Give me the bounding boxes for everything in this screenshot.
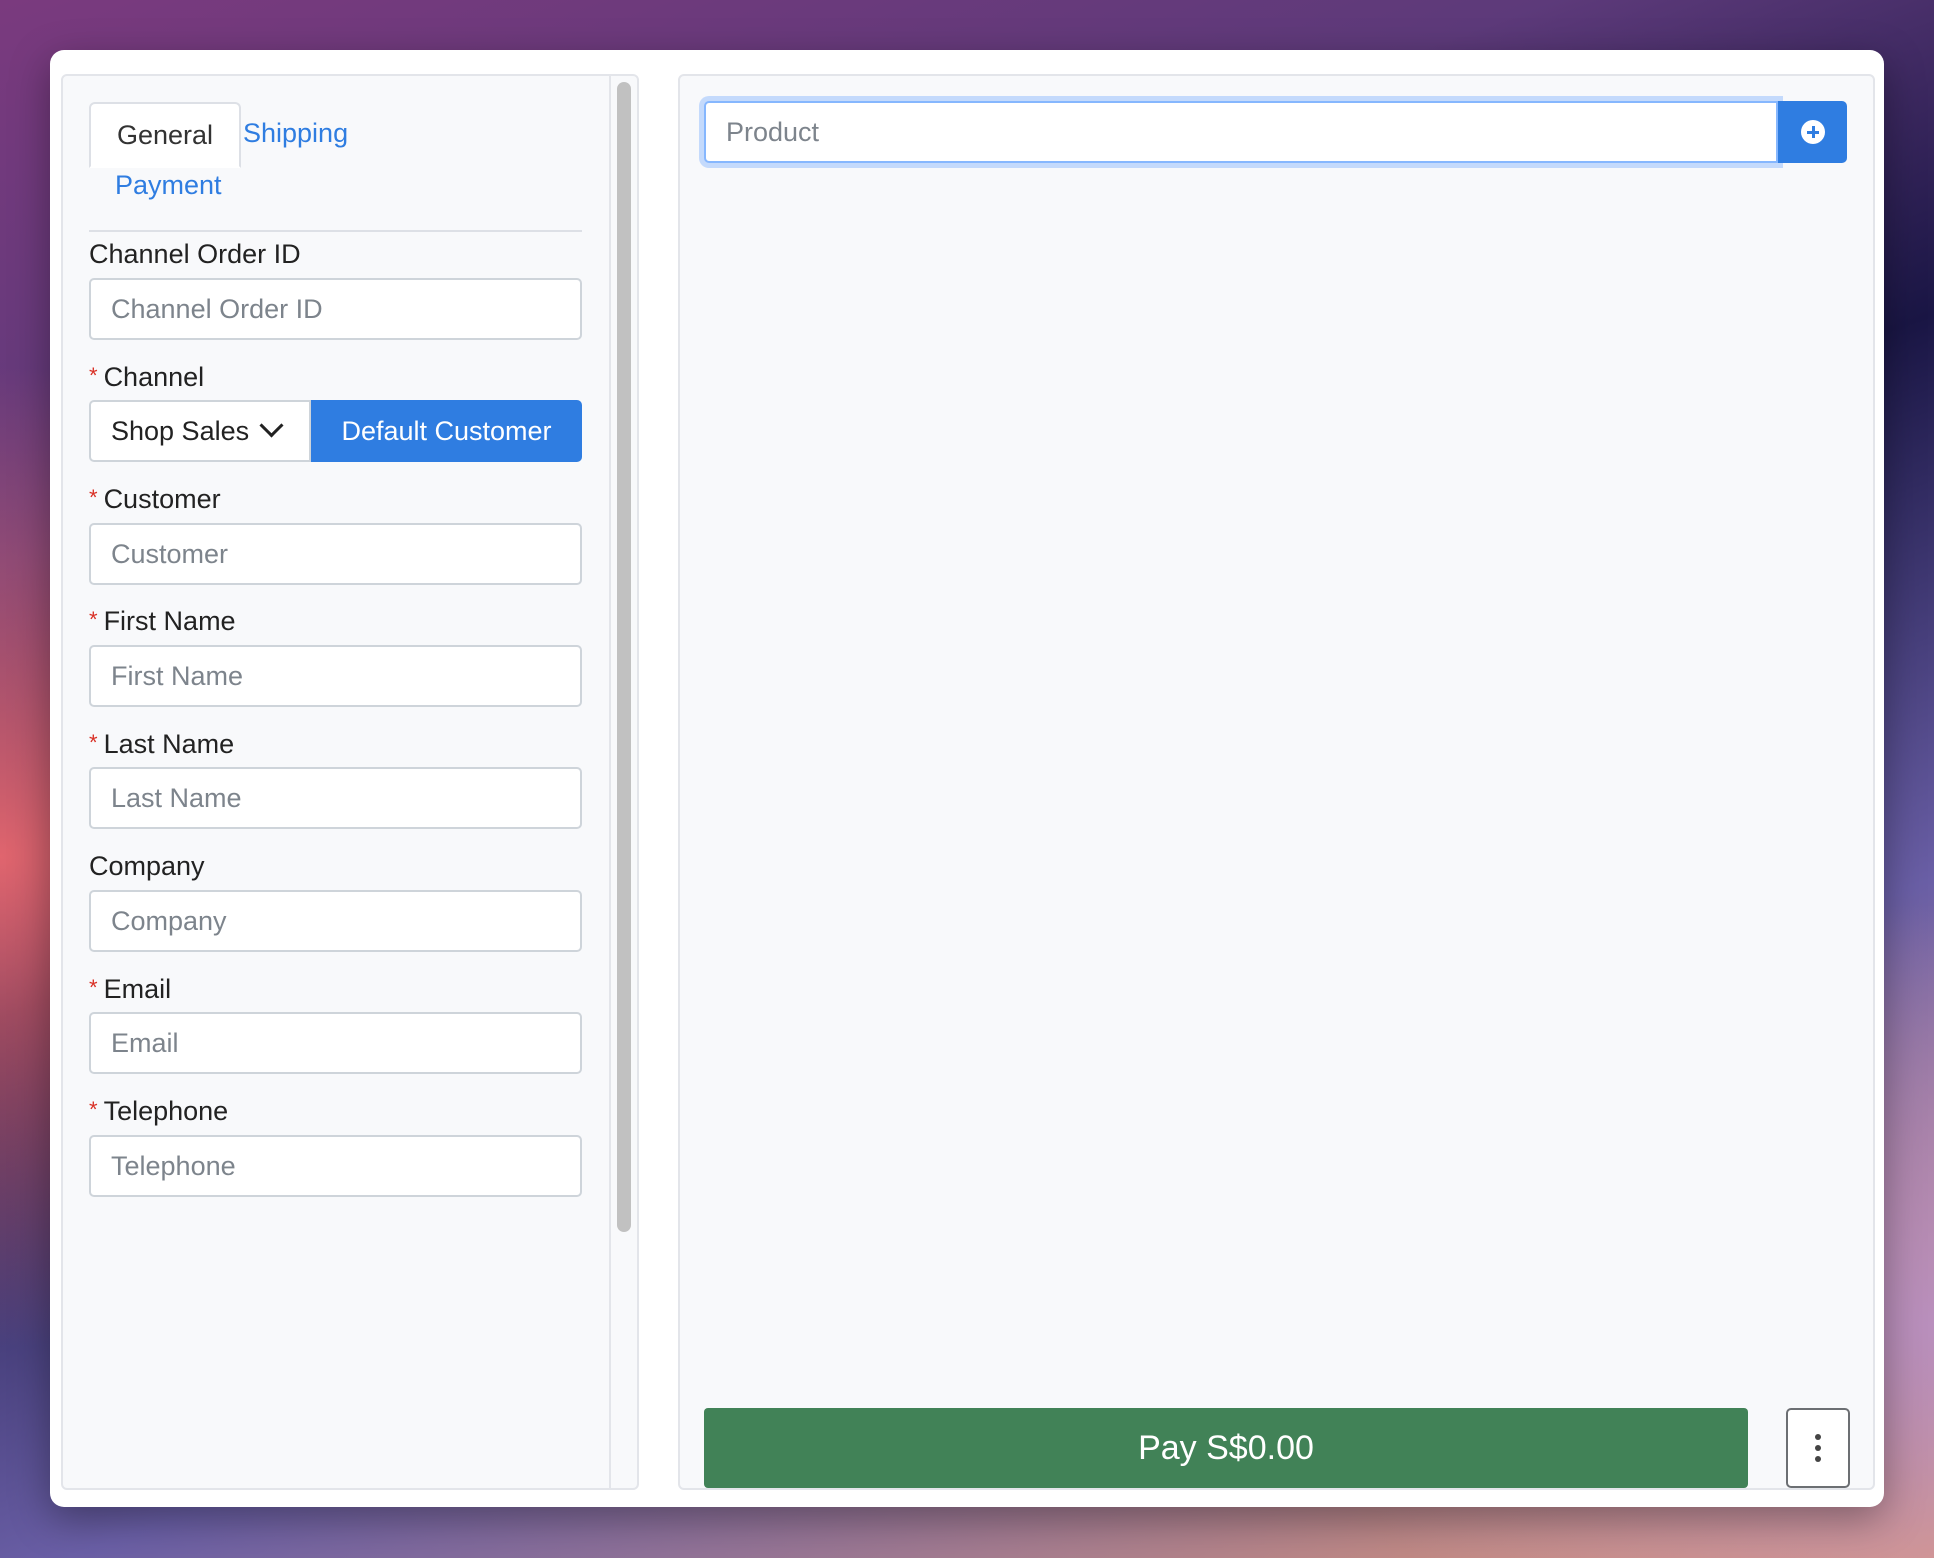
first-name-input[interactable] <box>89 645 582 707</box>
channel-order-id-label: Channel Order ID <box>89 239 301 269</box>
scrollbar-thumb[interactable] <box>617 82 631 1232</box>
telephone-input[interactable] <box>89 1135 582 1197</box>
email-input[interactable] <box>89 1012 582 1074</box>
required-marker: * <box>89 975 98 1000</box>
vertical-ellipsis-icon <box>1815 1434 1821 1440</box>
more-options-button[interactable] <box>1786 1408 1850 1488</box>
pos-window: General Shipping Payment Channel Order I… <box>50 50 1884 1507</box>
channel-select[interactable]: Shop Sales <box>89 400 311 462</box>
company-input[interactable] <box>89 890 582 952</box>
last-name-input[interactable] <box>89 767 582 829</box>
channel-order-id-input[interactable] <box>89 278 582 340</box>
chevron-down-icon <box>259 413 284 438</box>
plus-circle-icon <box>1800 120 1825 144</box>
required-marker: * <box>89 363 98 388</box>
cart-panel: Pay S$0.00 <box>678 74 1875 1490</box>
company-label: Company <box>89 851 205 881</box>
tab-bar: General Shipping Payment <box>89 102 582 232</box>
order-details-panel: General Shipping Payment Channel Order I… <box>61 74 639 1490</box>
required-marker: * <box>89 1097 98 1122</box>
channel-label: * Channel <box>89 362 205 392</box>
product-search-group <box>704 101 1847 163</box>
pay-button[interactable]: Pay S$0.00 <box>704 1408 1748 1488</box>
customer-input[interactable] <box>89 523 582 585</box>
default-customer-button[interactable]: Default Customer <box>311 400 582 462</box>
email-label: * Email <box>89 974 172 1004</box>
product-search-input[interactable] <box>704 101 1778 163</box>
last-name-label: * Last Name <box>89 729 235 759</box>
telephone-label: * Telephone <box>89 1096 229 1126</box>
required-marker: * <box>89 730 98 755</box>
scrollbar-track[interactable] <box>609 76 637 1488</box>
first-name-label: * First Name <box>89 606 236 636</box>
required-marker: * <box>89 607 98 632</box>
tab-payment[interactable]: Payment <box>89 154 248 216</box>
required-marker: * <box>89 485 98 510</box>
add-product-button[interactable] <box>1778 101 1847 163</box>
customer-label: * Customer <box>89 484 221 514</box>
